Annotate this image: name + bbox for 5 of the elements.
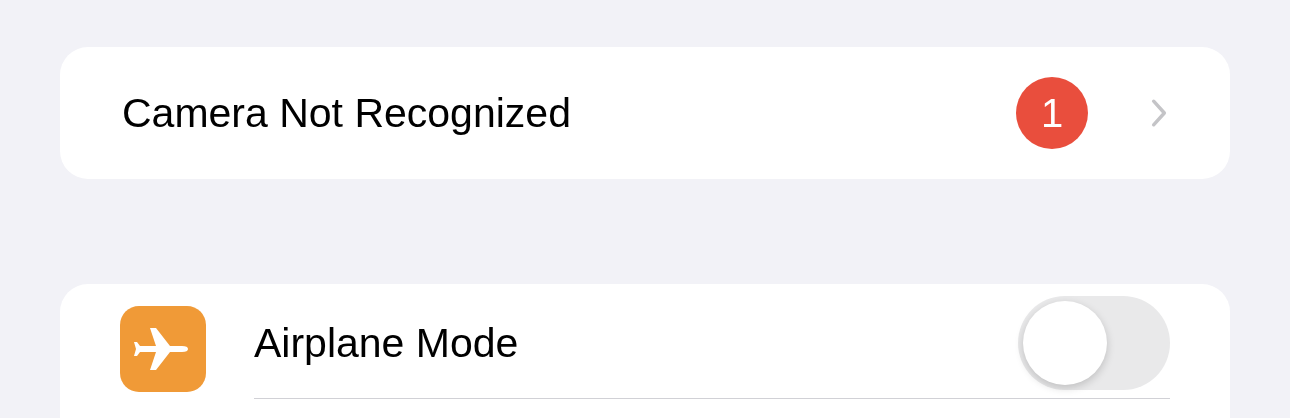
alert-row[interactable]: Camera Not Recognized 1 xyxy=(60,47,1230,179)
alert-label: Camera Not Recognized xyxy=(122,89,572,137)
count-badge: 1 xyxy=(1016,77,1088,149)
airplane-icon xyxy=(120,306,206,392)
setting-label: Airplane Mode xyxy=(254,319,520,367)
